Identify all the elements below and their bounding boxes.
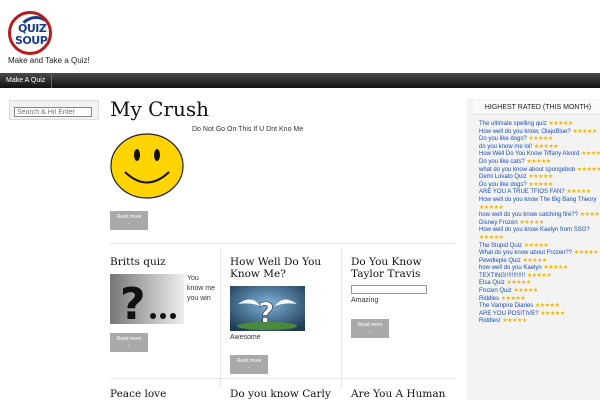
rating-stars-icon: ★★★★★ [479,204,504,211]
highest-rated-item[interactable]: Frozen Quiz ★★★★★ [479,288,600,296]
featured-quiz-title[interactable]: My Crush [110,97,209,121]
highest-rated-item-label[interactable]: How well do you know Kaelyn from SSG? [479,227,590,233]
highest-rated-item[interactable]: The Stupid Quiz ★★★★★ [479,243,600,251]
quiz-card-title[interactable]: How Well Do You Know Me? [230,256,335,280]
highest-rated-item-label[interactable]: Elsa Quiz [479,280,505,286]
highest-rated-item-label[interactable]: Riddles! [479,318,501,324]
quiz-card-title[interactable]: Do you know Carly [230,388,335,400]
highest-rated-item[interactable]: Demi Lovato Quiz ★★★★★ [479,174,600,182]
rating-stars-icon: ★★★★★ [579,212,600,219]
rating-stars-icon: ★★★★★ [500,295,526,302]
nav-item-make-a-quiz[interactable]: Make A Quiz [0,73,53,88]
winged-question-mark-image[interactable]: ? [230,286,305,331]
sidebar-heading: HIGHEST RATED (THIS MONTH) [473,100,600,115]
highest-rated-item[interactable]: how well do you Kaelyn ★★★★★ [479,265,600,273]
read-more-button[interactable]: Read more - [110,333,148,352]
highest-rated-item[interactable]: ARE YOU A TRUE TFIOS FAN? ★★★★★ [479,189,600,197]
rating-stars-icon: ★★★★★ [566,189,591,196]
rating-stars-icon: ★★★★★ [576,166,600,173]
quiz-card-text: Awesome [230,334,261,341]
quiz-image-placeholder[interactable] [351,285,427,294]
highest-rated-item-label[interactable]: What do you know about Frozen?? [479,250,572,256]
rating-stars-icon: ★★★★★ [540,310,565,317]
highest-rated-item-label[interactable]: The Vampire Diaries [479,303,533,309]
highest-rated-item-label[interactable]: how well do you Kaelyn [479,265,542,271]
highest-rated-item[interactable]: Disney Frozen ★★★★★ [479,220,600,228]
highest-rated-item-label[interactable]: ARE YOU POSITIVE? [479,311,539,317]
svg-text:?: ? [120,279,146,324]
highest-rated-item-label[interactable]: The ultimate spelling quiz [479,121,547,127]
highest-rated-item[interactable]: What do you know about Frozen?? ★★★★★ [479,250,600,258]
column-divider [220,248,221,388]
smiley-face-image[interactable] [110,133,186,199]
divider [110,243,455,244]
column-divider [341,248,342,388]
highest-rated-item[interactable]: How well do you know Kaelyn from SSG? ★★… [479,227,600,242]
quiz-card-text: You know me you win [187,275,216,302]
rating-stars-icon: ★★★★★ [548,121,573,127]
question-marks-image[interactable]: ? [110,274,184,324]
highest-rated-item-label[interactable]: Frozen Quiz [479,288,512,294]
highest-rated-item-label[interactable]: Do you like dogs? [479,136,527,142]
highest-rated-item-label[interactable]: Pewdiepie Quiz [479,258,521,264]
highest-rated-item-label[interactable]: The Stupid Quiz [479,243,522,249]
logo-text-soup: SOUP [15,34,48,47]
rating-stars-icon: ★★★★★ [506,280,531,287]
rating-stars-icon: ★★★★★ [543,265,568,272]
rating-stars-icon: ★★★★★ [528,136,553,143]
highest-rated-item-label[interactable]: do you know me lol! [479,144,532,150]
rating-stars-icon: ★★★★★ [526,158,551,165]
highest-rated-item[interactable]: How Well Do You Know Tiffany Alvord ★★★★… [479,151,600,159]
highest-rated-item-label[interactable]: How well do you know The Big Bang Theory [479,197,597,203]
read-more-button[interactable]: Read more - [110,211,148,230]
highest-rated-item-label[interactable]: Disney Frozen [479,220,518,226]
nav-bar: Make A Quiz [0,73,600,88]
read-more-button[interactable]: Read more - [351,319,389,338]
rating-stars-icon: ★★★★★ [523,242,549,249]
highest-rated-item[interactable]: Riddles! ★★★★★ [479,318,600,326]
featured-quiz-description: Do Not Go On This If U Dnt Kno Me [192,126,304,133]
highest-rated-item[interactable]: How well do you know The Big Bang Theory… [479,197,600,212]
rating-stars-icon: ★★★★★ [526,272,552,279]
rating-stars-icon: ★★★★★ [534,303,560,310]
highest-rated-item-label[interactable]: TEXTING!!!!!!!!!!!! [479,273,525,279]
rating-stars-icon: ★★★★★ [502,318,527,325]
highest-rated-item-label[interactable]: How Well Do You Know Tiffany Alvord [479,151,580,157]
divider [110,378,455,379]
highest-rated-item-label[interactable]: Demi Lovato Quiz [479,174,527,180]
highest-rated-item-label[interactable]: Riddles [479,296,499,302]
rating-stars-icon: ★★★★★ [522,257,547,264]
highest-rated-item-label[interactable]: Do you like dogs? [479,182,527,188]
highest-rated-item-label[interactable]: what do you know about spongebob [479,167,575,173]
highest-rated-item[interactable]: Do you like dogs? ★★★★★ [479,136,600,144]
highest-rated-item-label[interactable]: ARE YOU A TRUE TFIOS FAN? [479,189,565,195]
rating-stars-icon: ★★★★★ [573,250,599,257]
rating-stars-icon: ★★★★★ [513,288,538,295]
highest-rated-item[interactable]: Do you like cats? ★★★★★ [479,159,600,167]
highest-rated-item-label[interactable]: How well do you know, OlajoBlue? [479,129,571,135]
highest-rated-item-label[interactable]: Do you like cats? [479,159,525,165]
highest-rated-item[interactable]: The ultimate spelling quiz ★★★★★ [479,121,600,129]
quiz-card-title[interactable]: Are You A Human [351,388,451,400]
highest-rated-item[interactable]: The Vampire Diaries ★★★★★ [479,303,600,311]
site-tagline: Make and Take a Quiz! [8,56,90,65]
rating-stars-icon: ★★★★★ [528,181,553,188]
quiz-card-title[interactable]: Peace love [110,388,215,400]
highest-rated-list: The ultimate spelling quiz ★★★★★ How well… [479,121,600,326]
search-input[interactable] [14,107,92,117]
rating-stars-icon: ★★★★★ [528,174,553,181]
site-logo[interactable]: QUIZ SOUP [8,11,52,55]
highest-rated-item[interactable]: how well do you know catching fire?? ★★★… [479,212,600,220]
rating-stars-icon: ★★★★★ [572,128,597,135]
highest-rated-item[interactable]: Elsa Quiz ★★★★★ [479,280,600,288]
rating-stars-icon: ★★★★★ [519,219,544,226]
rating-stars-icon: ★★★★★ [479,234,504,241]
rating-stars-icon: ★★★★★ [581,151,600,158]
rating-stars-icon: ★★★★★ [533,143,559,150]
highest-rated-item-label[interactable]: how well do you know catching fire?? [479,212,578,218]
quiz-card-title[interactable]: Britts quiz [110,256,215,268]
quiz-card-text: Amazing [351,297,379,304]
read-more-button[interactable]: Read more - [230,355,268,374]
quiz-card-title[interactable]: Do You Know Taylor Travis [351,256,451,280]
